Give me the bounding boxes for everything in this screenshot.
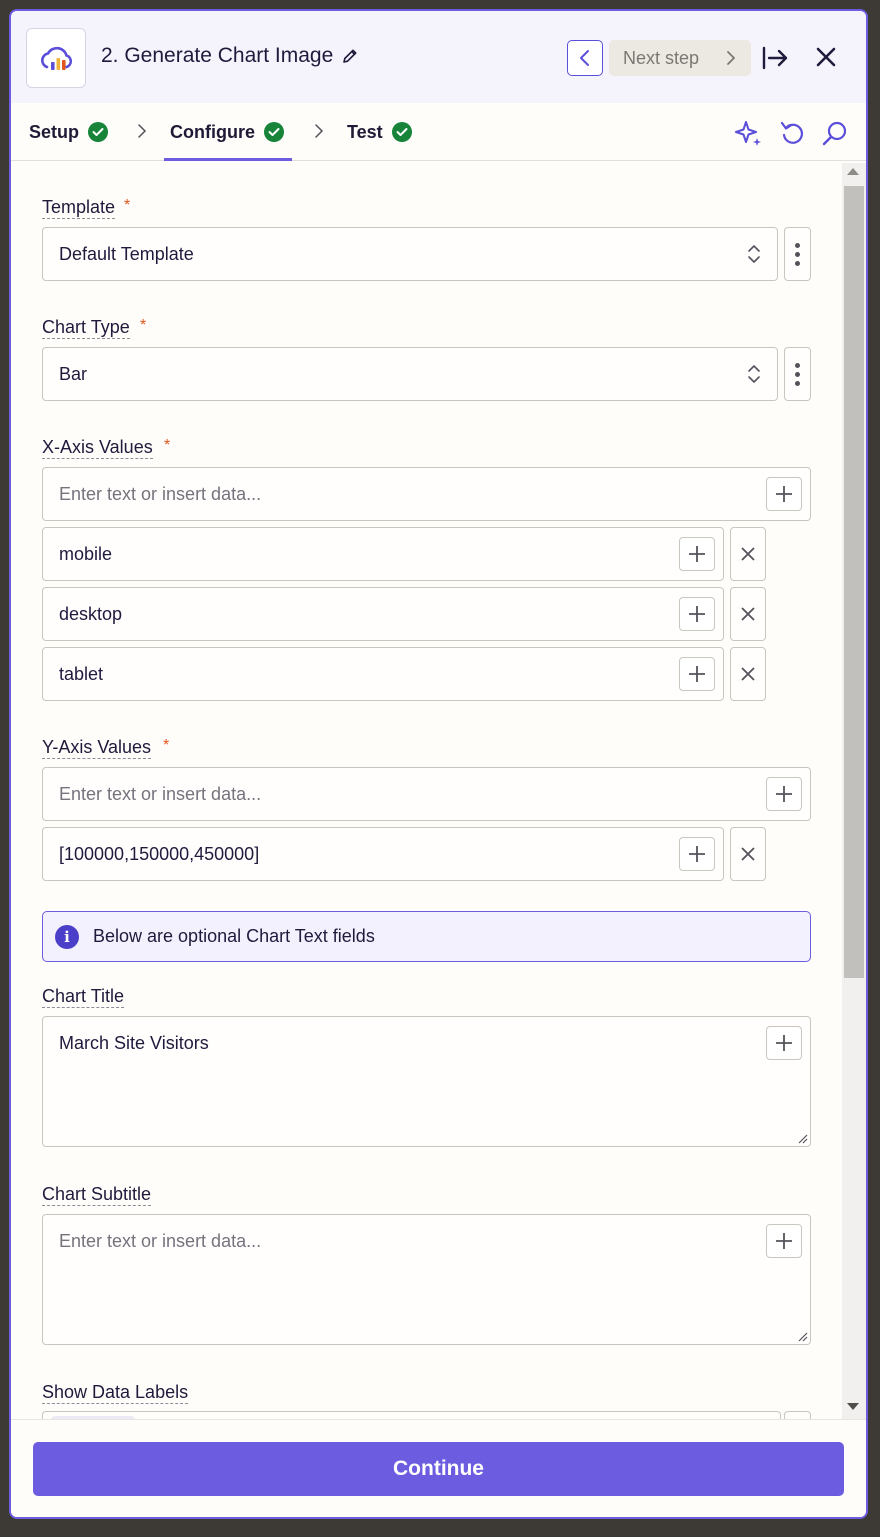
continue-label: Continue (393, 1457, 484, 1480)
next-step-label: Next step (623, 47, 700, 68)
plus-icon (689, 666, 705, 682)
tab-test[interactable]: Test (347, 103, 412, 161)
required-mark: * (140, 317, 147, 334)
plus-icon (776, 1233, 792, 1249)
step-tabs: Setup Configure Test (11, 103, 866, 161)
tab-label: Setup (29, 121, 80, 142)
x-axis-item-value: tablet (59, 663, 104, 684)
optional-fields-notice: i Below are optional Chart Text fields (42, 911, 811, 962)
x-axis-item[interactable]: tablet (42, 647, 724, 701)
remove-item-button[interactable] (730, 827, 766, 881)
insert-data-button[interactable] (679, 537, 715, 571)
sparkle-icon[interactable] (735, 119, 763, 147)
check-circle-icon (264, 122, 284, 142)
chevron-right-icon (138, 124, 147, 138)
chart-title-textarea[interactable]: March Site Visitors (42, 1016, 811, 1147)
x-axis-item[interactable]: mobile (42, 527, 724, 581)
chart-subtitle-label: Chart Subtitle (42, 1184, 152, 1206)
insert-data-button[interactable] (766, 777, 802, 811)
chart-subtitle-placeholder: Enter text or insert data... (59, 1231, 262, 1251)
dock-right-icon[interactable] (761, 44, 791, 72)
insert-data-button[interactable] (766, 1224, 802, 1258)
chart-type-select[interactable]: Bar (42, 347, 778, 401)
chart-title-label: Chart Title (42, 986, 125, 1008)
tab-setup[interactable]: Setup (29, 103, 109, 161)
insert-data-button[interactable] (766, 1026, 802, 1060)
x-axis-input[interactable]: Enter text or insert data... (42, 467, 811, 521)
step-header: 2. Generate Chart Image Next step (11, 11, 866, 103)
chevron-right-icon (315, 124, 324, 138)
y-axis-item-value: [100000,150000,450000] (59, 843, 260, 864)
y-axis-label: Y-Axis Values (42, 737, 152, 759)
y-axis-placeholder: Enter text or insert data... (59, 783, 262, 804)
chart-title-value: March Site Visitors (59, 1033, 209, 1053)
x-axis-item-value: mobile (59, 543, 113, 564)
resize-handle-icon[interactable] (796, 1132, 808, 1144)
previous-step-button[interactable] (567, 40, 603, 76)
tab-label: Test (347, 121, 383, 142)
chart-type-more-button[interactable] (784, 347, 811, 401)
tab-configure[interactable]: Configure (164, 103, 292, 161)
search-icon[interactable] (821, 119, 849, 147)
close-icon (741, 607, 755, 621)
step-title-text: 2. Generate Chart Image (101, 44, 334, 67)
plus-icon (689, 846, 705, 862)
close-icon[interactable] (814, 45, 838, 69)
remove-item-button[interactable] (730, 527, 766, 581)
step-editor-panel: 2. Generate Chart Image Next step Setup … (9, 9, 868, 1519)
plus-icon (776, 1035, 792, 1051)
tab-label: Configure (170, 121, 255, 142)
show-data-labels-label: Show Data Labels (42, 1382, 189, 1404)
scroll-down-icon[interactable] (847, 1403, 859, 1410)
pencil-icon[interactable] (341, 47, 359, 65)
x-axis-label: X-Axis Values (42, 437, 153, 459)
footer: Continue (11, 1419, 866, 1517)
x-axis-item-value: desktop (59, 603, 123, 624)
plus-icon (776, 486, 792, 502)
x-axis-placeholder: Enter text or insert data... (59, 483, 262, 504)
x-axis-item[interactable]: desktop (42, 587, 724, 641)
close-icon (741, 547, 755, 561)
undo-icon[interactable] (779, 119, 807, 147)
close-icon (741, 847, 755, 861)
close-icon (741, 667, 755, 681)
required-mark: * (124, 197, 131, 214)
chevron-left-icon (580, 50, 589, 66)
insert-data-button[interactable] (679, 597, 715, 631)
plus-icon (776, 786, 792, 802)
chart-subtitle-textarea[interactable]: Enter text or insert data... (42, 1214, 811, 1345)
template-select[interactable]: Default Template (42, 227, 778, 281)
chart-cloud-app-icon (26, 28, 86, 88)
scroll-up-icon[interactable] (847, 168, 859, 175)
select-chevrons-icon (748, 365, 760, 383)
chevron-right-icon (727, 51, 735, 65)
remove-item-button[interactable] (730, 587, 766, 641)
chart-type-label: Chart Type (42, 317, 130, 339)
plus-icon (689, 606, 705, 622)
template-more-button[interactable] (784, 227, 811, 281)
y-axis-input[interactable]: Enter text or insert data... (42, 767, 811, 821)
notice-text: Below are optional Chart Text fields (93, 926, 375, 946)
template-value: Default Template (59, 243, 194, 264)
template-label: Template (42, 197, 116, 219)
remove-item-button[interactable] (730, 647, 766, 701)
check-circle-icon (88, 122, 109, 142)
required-mark: * (163, 737, 170, 754)
insert-data-button[interactable] (679, 837, 715, 871)
insert-data-button[interactable] (766, 477, 802, 511)
scrollbar-thumb[interactable] (844, 186, 864, 978)
y-axis-item[interactable]: [100000,150000,450000] (42, 827, 724, 881)
next-step-button[interactable]: Next step (609, 40, 751, 76)
chart-type-value: Bar (59, 363, 88, 384)
insert-data-button[interactable] (679, 657, 715, 691)
required-mark: * (164, 437, 171, 454)
resize-handle-icon[interactable] (796, 1330, 808, 1342)
continue-button[interactable]: Continue (33, 1442, 844, 1496)
step-title[interactable]: 2. Generate Chart Image (101, 44, 359, 68)
select-chevrons-icon (748, 245, 760, 263)
check-circle-icon (391, 122, 412, 142)
plus-icon (689, 546, 705, 562)
info-icon: i (55, 924, 79, 949)
